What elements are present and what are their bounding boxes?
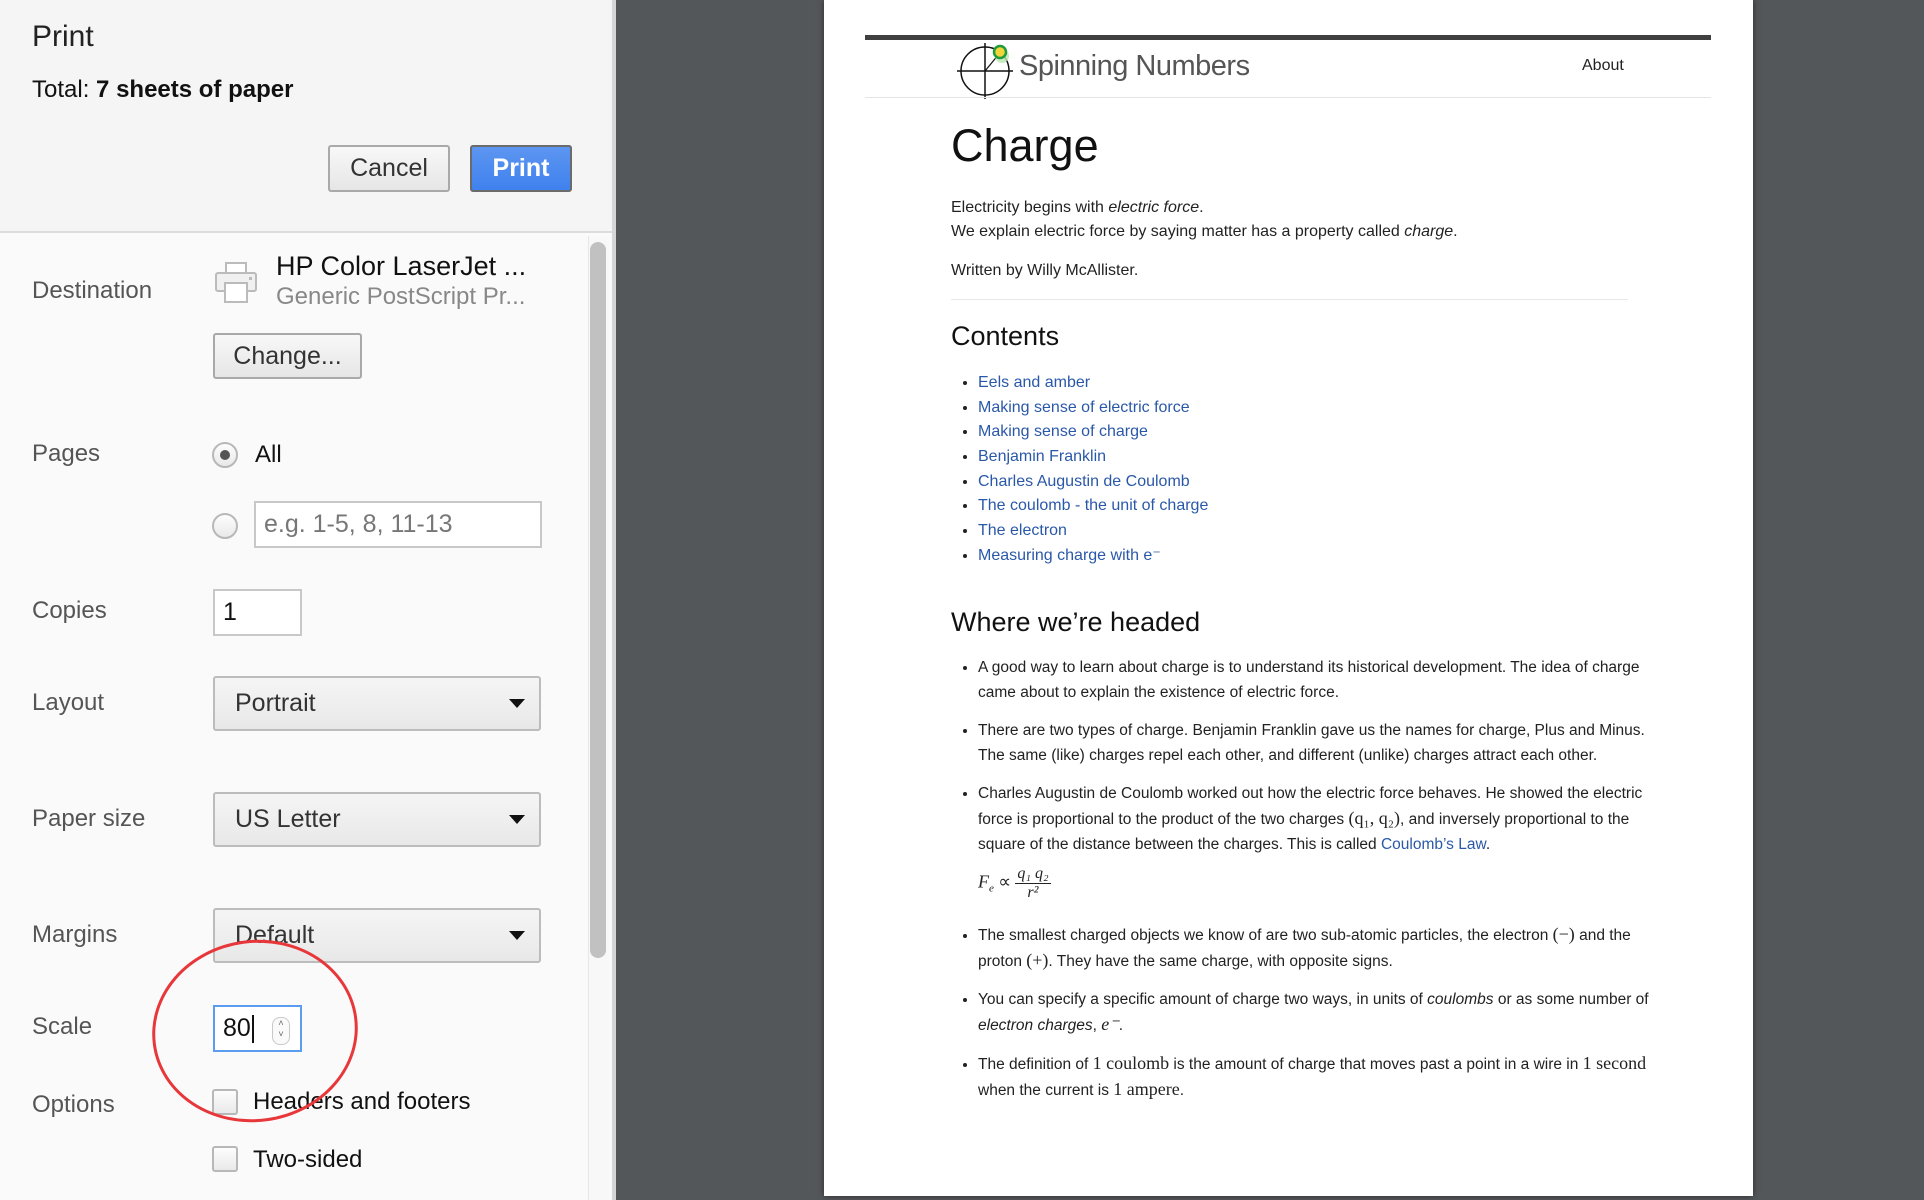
headers-footers-checkbox[interactable] xyxy=(212,1089,238,1115)
paper-size-select[interactable]: US Letter xyxy=(213,792,541,847)
change-destination-button[interactable]: Change... xyxy=(213,333,362,379)
scale-label: Scale xyxy=(32,1013,93,1040)
margins-select[interactable]: Default xyxy=(213,908,541,963)
article-title: Charge xyxy=(951,120,1099,171)
printer-name: HP Color LaserJet ... xyxy=(276,251,527,281)
toc-link[interactable]: Charles Augustin de Coulomb xyxy=(978,473,1190,490)
summary-item: A good way to learn about charge is to u… xyxy=(978,655,1658,705)
toc-link[interactable]: Making sense of charge xyxy=(978,423,1148,440)
headers-footers-label: Headers and footers xyxy=(253,1088,471,1115)
site-name: Spinning Numbers xyxy=(1019,50,1250,82)
coulomb-formula: Fe ∝ q₁ q₂ r² xyxy=(978,865,1051,901)
intro-line-1: Electricity begins with electric force. xyxy=(951,199,1204,216)
toc-link[interactable]: The coulomb - the unit of charge xyxy=(978,497,1208,514)
summary-item: The definition of 1 coulomb is the amoun… xyxy=(978,1051,1658,1103)
pages-range-radio[interactable] xyxy=(212,513,238,539)
print-header: Print Total: 7 sheets of paper Cancel Pr… xyxy=(0,0,612,233)
options-label: Options xyxy=(32,1091,115,1118)
toc-item: Eels and amber xyxy=(978,371,1208,396)
total-value: 7 sheets of paper xyxy=(96,76,294,103)
summary-item: You can specify a specific amount of cha… xyxy=(978,987,1658,1038)
print-preview-page: Spinning Numbers About Charge Electricit… xyxy=(824,0,1753,1196)
toc-item: Measuring charge with e⁻ xyxy=(978,544,1208,569)
chevron-down-icon xyxy=(509,699,525,708)
destination-label: Destination xyxy=(32,277,153,304)
scale-stepper[interactable]: ˄ ˅ xyxy=(272,1017,290,1045)
chevron-down-icon xyxy=(509,931,525,940)
total-label: Total: xyxy=(32,76,90,103)
margins-value: Default xyxy=(235,921,315,949)
byline: Written by Willy McAllister. xyxy=(951,262,1139,279)
scrollbar-thumb[interactable] xyxy=(590,242,606,958)
where-headed-heading: Where we’re headed xyxy=(951,607,1201,637)
contents-list: Eels and amber Making sense of electric … xyxy=(951,371,1208,569)
copies-label: Copies xyxy=(32,597,107,624)
paper-size-value: US Letter xyxy=(235,805,341,833)
intro-line-2: We explain electric force by saying matt… xyxy=(951,223,1458,240)
print-settings-panel: Print Total: 7 sheets of paper Cancel Pr… xyxy=(0,0,616,1200)
layout-value: Portrait xyxy=(235,689,316,717)
text-caret xyxy=(251,1014,254,1043)
total-sheets: Total: 7 sheets of paper xyxy=(32,76,293,104)
summary-list: A good way to learn about charge is to u… xyxy=(951,655,1658,1116)
scale-input[interactable]: 80 ˄ ˅ xyxy=(213,1005,302,1052)
scale-value: 80 xyxy=(223,1014,251,1042)
dialog-title: Print xyxy=(32,20,94,53)
contents-heading: Contents xyxy=(951,321,1060,351)
toc-link[interactable]: Eels and amber xyxy=(978,374,1090,391)
toc-link[interactable]: The electron xyxy=(978,522,1067,539)
summary-item: There are two types of charge. Benjamin … xyxy=(978,718,1658,768)
header-divider xyxy=(865,97,1711,98)
cancel-button[interactable]: Cancel xyxy=(328,145,450,192)
pages-label: Pages xyxy=(32,440,101,467)
toc-link[interactable]: Measuring charge with e⁻ xyxy=(978,547,1161,564)
toc-item: Making sense of electric force xyxy=(978,396,1208,421)
nav-about-link[interactable]: About xyxy=(1582,57,1624,75)
pages-range-input[interactable]: e.g. 1-5, 8, 11-13 xyxy=(254,501,542,548)
two-sided-label: Two-sided xyxy=(253,1146,363,1173)
copies-input[interactable]: 1 xyxy=(213,589,302,636)
print-button[interactable]: Print xyxy=(470,145,572,192)
toc-item: The coulomb - the unit of charge xyxy=(978,494,1208,519)
paper-size-label: Paper size xyxy=(32,805,146,832)
printer-icon xyxy=(213,260,259,306)
margins-label: Margins xyxy=(32,921,118,948)
coulombs-law-link[interactable]: Coulomb’s Law xyxy=(1381,836,1486,853)
pages-all-radio[interactable] xyxy=(212,442,238,468)
toc-item: The electron xyxy=(978,519,1208,544)
toc-item: Benjamin Franklin xyxy=(978,445,1208,470)
section-divider xyxy=(951,299,1628,300)
layout-select[interactable]: Portrait xyxy=(213,676,541,731)
two-sided-checkbox[interactable] xyxy=(212,1146,238,1172)
chevron-down-icon xyxy=(509,815,525,824)
layout-label: Layout xyxy=(32,689,105,716)
toc-item: Charles Augustin de Coulomb xyxy=(978,470,1208,495)
toc-link[interactable]: Making sense of electric force xyxy=(978,399,1190,416)
pages-all-label: All xyxy=(255,441,282,468)
toc-link[interactable]: Benjamin Franklin xyxy=(978,448,1106,465)
printer-description: Generic PostScript Pr... xyxy=(276,283,526,310)
toc-item: Making sense of charge xyxy=(978,420,1208,445)
summary-item: The smallest charged objects we know of … xyxy=(978,922,1658,974)
summary-item: Charles Augustin de Coulomb worked out h… xyxy=(978,781,1658,909)
